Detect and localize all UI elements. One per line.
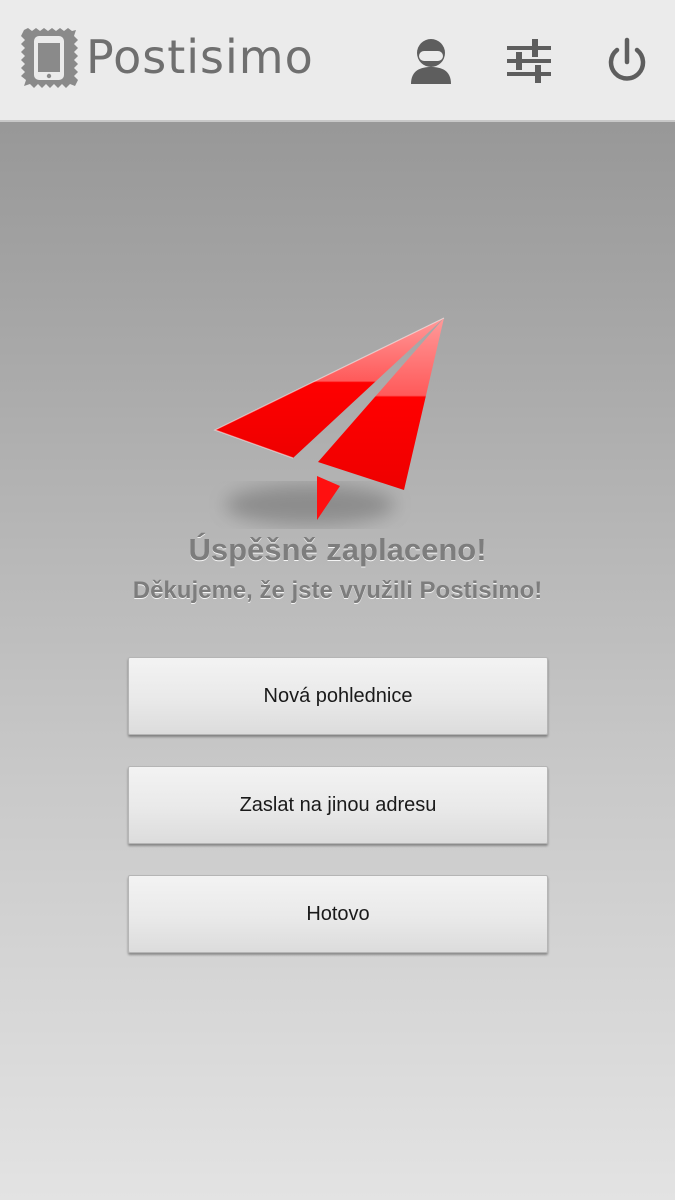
app-header: Postisimo xyxy=(0,0,675,122)
send-to-another-address-button[interactable]: Zaslat na jinou adresu xyxy=(128,766,548,844)
done-button[interactable]: Hotovo xyxy=(128,875,548,953)
new-postcard-button[interactable]: Nová pohlednice xyxy=(128,657,548,735)
user-icon[interactable] xyxy=(407,36,455,86)
payment-success-title: Úspěšně zaplaceno! xyxy=(188,532,487,567)
paper-plane-icon xyxy=(213,317,445,525)
power-icon[interactable] xyxy=(603,36,651,86)
thank-you-subtitle: Děkujeme, že jste využili Postisimo! xyxy=(132,577,543,604)
sliders-icon[interactable] xyxy=(505,36,553,86)
app-title: Postisimo xyxy=(86,30,314,84)
phone-stamp-icon xyxy=(21,28,78,88)
